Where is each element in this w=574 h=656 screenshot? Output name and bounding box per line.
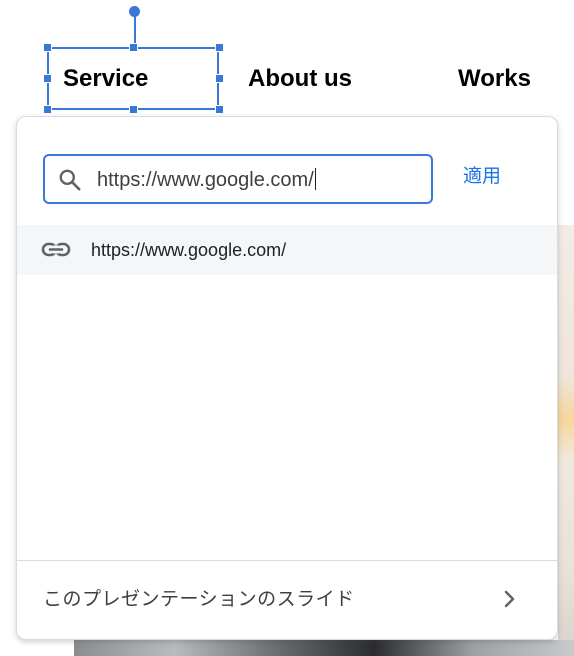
- selection-frame: [47, 47, 219, 110]
- slides-in-presentation-option[interactable]: このプレゼンテーションのスライド: [17, 561, 557, 639]
- slide-background-image-bottom: [74, 640, 574, 656]
- search-icon: [59, 169, 81, 191]
- resize-handle-bottom-right[interactable]: [215, 105, 224, 114]
- nav-text-works[interactable]: Works: [458, 62, 531, 96]
- resize-handle-top[interactable]: [129, 43, 138, 52]
- slide-background-image: [558, 225, 574, 656]
- insert-link-popup: https://www.google.com/ 適用 https://www.g…: [16, 116, 558, 640]
- resize-handle-top-left[interactable]: [43, 43, 52, 52]
- resize-handle-left[interactable]: [43, 74, 52, 83]
- resize-handle-right[interactable]: [215, 74, 224, 83]
- resize-handle-bottom-left[interactable]: [43, 105, 52, 114]
- url-input[interactable]: https://www.google.com/: [43, 154, 433, 204]
- text-caret: [314, 168, 317, 190]
- resize-handle-bottom[interactable]: [129, 105, 138, 114]
- resize-handle-top-right[interactable]: [215, 43, 224, 52]
- suggestion-url: https://www.google.com/: [91, 240, 287, 260]
- url-input-text: https://www.google.com/: [97, 168, 317, 192]
- slides-option-label: このプレゼンテーションのスライド: [43, 589, 355, 610]
- apply-button[interactable]: 適用: [463, 163, 501, 191]
- link-suggestion-item[interactable]: https://www.google.com/: [17, 225, 557, 275]
- rotation-handle[interactable]: [129, 6, 140, 17]
- chevron-right-icon: [504, 590, 515, 608]
- nav-text-about-us[interactable]: About us: [248, 62, 352, 96]
- link-icon: [41, 242, 71, 257]
